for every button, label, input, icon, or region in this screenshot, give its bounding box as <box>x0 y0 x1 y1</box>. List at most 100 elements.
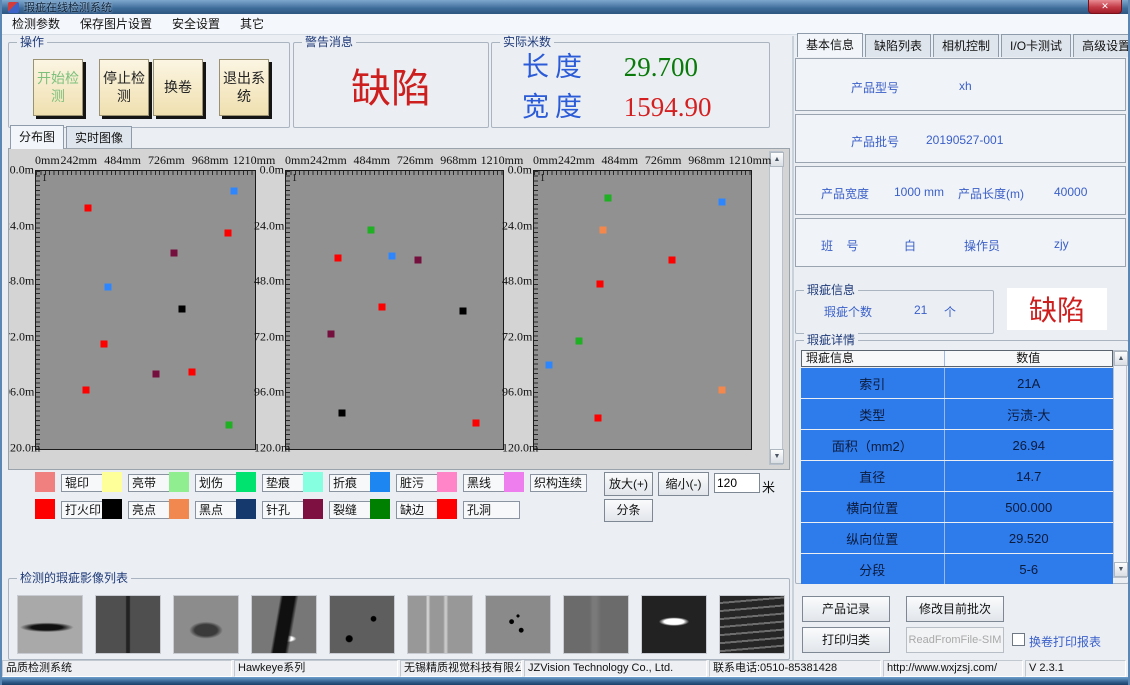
product-width-value: 1000 mm <box>894 185 944 199</box>
modify-batch-button[interactable]: 修改目前批次 <box>906 596 1004 622</box>
row-value: 21A <box>945 368 1113 398</box>
product-batch-label: 产品批号 <box>851 133 899 150</box>
table-scroll-up-icon[interactable]: ▲ <box>1114 351 1128 366</box>
table-row[interactable]: 横向位置500.000 <box>801 492 1113 522</box>
tab-基本信息[interactable]: 基本信息 <box>797 33 863 57</box>
right-tabstrip: 基本信息缺陷列表相机控制I/O卡测试高级设置运行状态信息 <box>797 38 1130 57</box>
close-icon[interactable]: ✕ <box>1088 0 1122 14</box>
menu-item-其它[interactable]: 其它 <box>230 14 274 34</box>
row-label: 分段 <box>801 554 945 584</box>
legend-swatch-折痕 <box>303 472 323 492</box>
stop-detect-button[interactable]: 停止检测 <box>99 59 149 116</box>
row-label: 索引 <box>801 368 945 398</box>
x-tick-label: 968mm <box>440 153 477 168</box>
row-label: 面积（mm2） <box>801 430 945 460</box>
defect-thumbnail[interactable] <box>563 595 629 654</box>
defect-thumbnail[interactable] <box>407 595 473 654</box>
defect-thumbnail[interactable] <box>251 595 317 654</box>
defect-point <box>83 387 90 394</box>
zoom-in-button[interactable]: 放大(+) <box>604 472 653 496</box>
row-label: 直径 <box>801 461 945 491</box>
change-roll-button[interactable]: 换卷 <box>153 59 203 116</box>
menu-item-保存图片设置[interactable]: 保存图片设置 <box>70 14 162 34</box>
defect-info-group: 瑕疵信息 瑕疵个数 21 个 <box>795 290 994 334</box>
tab-live-image[interactable]: 实时图像 <box>66 126 132 149</box>
menu-item-安全设置[interactable]: 安全设置 <box>162 14 230 34</box>
product-batch-value: 20190527-001 <box>926 133 1003 147</box>
scroll-down-icon[interactable]: ▼ <box>770 449 784 464</box>
menu-bar: 检测参数保存图片设置安全设置其它 <box>2 14 1128 35</box>
defect-distribution-plots: ▲ ▼ 0mm242mm484mm726mm968mm1210mm0.0m24.… <box>8 148 790 470</box>
table-row[interactable]: 面积（mm2）26.94 <box>801 430 1113 460</box>
y-tick-label: 120.0m <box>502 441 532 456</box>
split-button[interactable]: 分条 <box>604 499 653 522</box>
product-record-button[interactable]: 产品记录 <box>802 596 890 622</box>
defect-point <box>188 368 195 375</box>
tab-distribution-map[interactable]: 分布图 <box>10 125 64 149</box>
length-label: 长度 <box>522 45 617 84</box>
defect-point <box>545 361 552 368</box>
table-scrollbar[interactable]: ▲ ▼ <box>1113 350 1127 578</box>
y-tick-label: 96.0m <box>8 385 34 400</box>
defect-thumbnail[interactable] <box>173 595 239 654</box>
defect-point <box>224 229 231 236</box>
length-row: 长度 29.700 <box>522 45 698 84</box>
width-label: 宽度 <box>522 85 617 124</box>
defect-point <box>459 308 466 315</box>
row-value: 污渍-大 <box>945 399 1113 429</box>
tab-相机控制[interactable]: 相机控制 <box>933 34 999 57</box>
defect-thumbnail[interactable] <box>641 595 707 654</box>
row-label: 横向位置 <box>801 492 945 522</box>
product-width-label: 产品宽度 <box>821 185 869 202</box>
table-row[interactable]: 分段5-6 <box>801 554 1113 584</box>
width-row: 宽度 1594.90 <box>522 85 712 124</box>
product-length-label: 产品长度(m) <box>958 185 1024 202</box>
y-tick-label: 96.0m <box>254 385 284 400</box>
legend-swatch-孔洞 <box>437 499 457 519</box>
legend-swatch-垫痕 <box>236 472 256 492</box>
zoom-out-button[interactable]: 缩小(-) <box>658 472 709 496</box>
x-tick-label: 726mm <box>645 153 682 168</box>
y-tick-label: 120.0m <box>254 441 284 456</box>
defect-thumbnail[interactable] <box>329 595 395 654</box>
print-report-checkbox[interactable] <box>1012 633 1025 646</box>
table-row[interactable]: 直径14.7 <box>801 461 1113 491</box>
table-row[interactable]: 类型污渍-大 <box>801 399 1113 429</box>
menu-item-检测参数[interactable]: 检测参数 <box>2 14 70 34</box>
defect-point <box>668 257 675 264</box>
thumbnail-group: 检测的瑕疵影像列表 <box>8 578 790 660</box>
scroll-up-icon[interactable]: ▲ <box>770 152 784 167</box>
defect-point <box>599 227 606 234</box>
y-tick-label: 24.0m <box>254 218 284 233</box>
meters-range-input[interactable] <box>714 473 760 493</box>
defect-type-legend: 辊印亮带划伤垫痕折痕脏污黑线织构连续打火印亮点黑点针孔裂缝缺边孔洞 <box>8 470 598 524</box>
defect-thumbnail[interactable] <box>17 595 83 654</box>
exit-system-button[interactable]: 退出系统 <box>219 59 269 116</box>
y-tick-label: 72.0m <box>254 329 284 344</box>
thumbnail-list <box>9 579 789 659</box>
warning-group: 警告消息 缺陷 <box>293 42 489 128</box>
table-row[interactable]: 索引21A <box>801 368 1113 398</box>
status-series: Hawkeye系列 <box>234 660 398 677</box>
x-tick-label: 242mm <box>558 153 595 168</box>
meters-group: 实际米数 长度 29.700 宽度 1594.90 <box>491 42 770 128</box>
plots-scrollbar[interactable]: ▲ ▼ <box>769 151 783 465</box>
table-row[interactable]: 纵向位置29.520 <box>801 523 1113 553</box>
x-tick-label: 968mm <box>688 153 725 168</box>
print-classify-button[interactable]: 打印归类 <box>802 627 890 653</box>
defect-point <box>595 414 602 421</box>
product-model-box: 产品型号 xh <box>795 58 1126 111</box>
x-tick-label: 968mm <box>192 153 229 168</box>
y-tick-label: 72.0m <box>502 329 532 344</box>
tab-I/O卡测试[interactable]: I/O卡测试 <box>1001 34 1071 57</box>
legend-swatch-裂缝 <box>303 499 323 519</box>
defect-thumbnail[interactable] <box>485 595 551 654</box>
tab-高级设置[interactable]: 高级设置 <box>1073 34 1130 57</box>
table-scroll-down-icon[interactable]: ▼ <box>1114 562 1128 577</box>
defect-thumbnail[interactable] <box>95 595 161 654</box>
defect-point <box>597 280 604 287</box>
defect-thumbnail[interactable] <box>719 595 785 654</box>
start-detect-button[interactable]: 开始检测 <box>33 59 83 116</box>
status-phone: 联系电话:0510-85381428 <box>709 660 881 677</box>
tab-缺陷列表[interactable]: 缺陷列表 <box>865 34 931 57</box>
